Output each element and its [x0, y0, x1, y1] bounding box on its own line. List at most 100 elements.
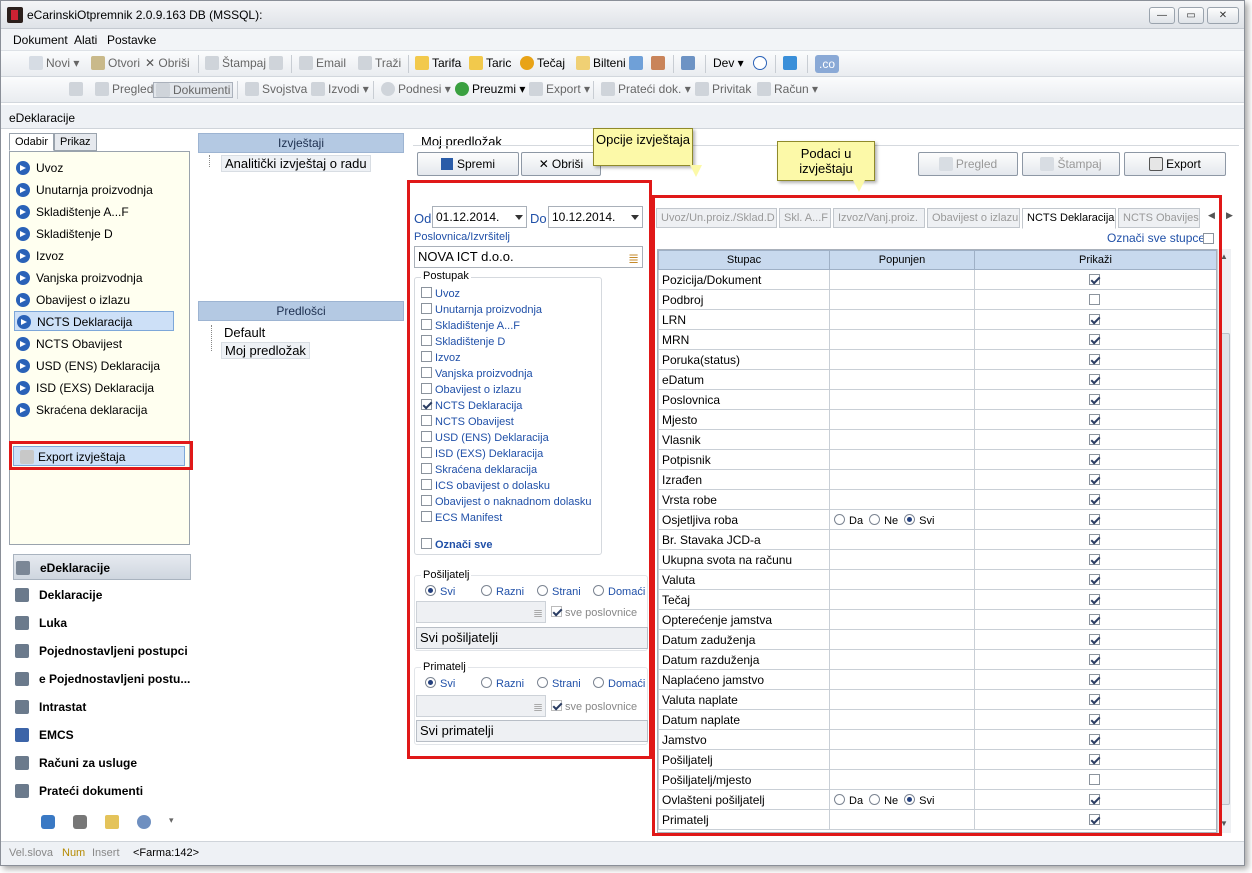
left-item-obavijest-izlaz[interactable]: Obavijest o izlazu [14, 290, 130, 310]
pojednostavljeni-icon [15, 644, 29, 658]
obrisi-button[interactable]: ✕ Obriši [145, 56, 190, 70]
prateci-button[interactable]: Prateći dok. ▾ [601, 82, 691, 96]
save-button[interactable]: Spremi [417, 152, 519, 176]
info-icon [753, 56, 767, 70]
edeklaracije-icon [16, 561, 30, 575]
left-item-skladistenje-af[interactable]: Skladištenje A...F [14, 202, 129, 222]
refresh-icon [783, 56, 797, 70]
left-item-izvoz[interactable]: Izvoz [14, 246, 64, 266]
tarifa-button[interactable]: Tarifa [415, 56, 461, 70]
left-item-ncts-deklaracija[interactable]: NCTS Deklaracija [14, 311, 174, 331]
menu-dokument[interactable]: Dokument [13, 33, 68, 47]
template-moj[interactable]: Moj predložak [221, 342, 310, 359]
delete-button[interactable]: ✕ Obriši [521, 152, 601, 176]
status-velslova: Vel.slova [9, 847, 54, 859]
email-button[interactable]: Email [299, 56, 346, 70]
tab-prikaz[interactable]: Prikaz [54, 133, 97, 151]
podnesi-button[interactable]: Podnesi ▾ [381, 82, 451, 96]
minimize-button[interactable]: — [1149, 7, 1175, 24]
grid-icon-button[interactable] [69, 82, 86, 96]
left-item-isd[interactable]: ISD (EXS) Deklaracija [14, 378, 154, 398]
database-icon[interactable] [41, 815, 55, 829]
left-item-usd[interactable]: USD (ENS) Deklaracija [14, 356, 160, 376]
emcs-icon [15, 728, 29, 742]
left-item-uvoz[interactable]: Uvoz [14, 158, 63, 178]
network-icon-button[interactable] [681, 56, 698, 70]
preview-button[interactable]: Pregled [918, 152, 1018, 176]
stampaj-button[interactable]: Štampaj [205, 56, 266, 70]
preuzmi-button[interactable]: Preuzmi ▾ [455, 82, 525, 96]
pregled-button[interactable]: Pregled [95, 82, 153, 96]
template-default[interactable]: Default [224, 325, 265, 340]
e-pojednostavljeni-icon [15, 672, 29, 686]
bilteni-button[interactable]: Bilteni [576, 56, 626, 70]
otvori-button[interactable]: Otvori [91, 56, 140, 70]
nav-edeklaracije[interactable]: eDeklaracije [13, 554, 191, 580]
close-button[interactable]: ✕ [1207, 7, 1239, 24]
novi-button[interactable]: Novi ▾ [29, 56, 79, 70]
settings-icon[interactable] [137, 815, 151, 829]
privitak-button[interactable]: Privitak [695, 82, 751, 96]
tab-scroll-right-icon[interactable]: ▶ [1226, 210, 1233, 221]
coin-icon [520, 56, 534, 70]
export-button[interactable]: Export [1124, 152, 1226, 176]
submit-icon [381, 82, 395, 96]
taric-button[interactable]: Taric [469, 56, 511, 70]
menu-bar: Dokument Alati Postavke [1, 29, 1244, 51]
status-bar: Vel.slova Num Insert <Farma:142> [1, 841, 1244, 865]
preview-icon-button[interactable] [269, 56, 286, 70]
trazi-button[interactable]: Traži [358, 56, 401, 70]
left-item-skracena[interactable]: Skraćena deklaracija [14, 400, 147, 420]
co-button[interactable]: .co [815, 55, 840, 73]
nav-prateci[interactable]: Prateći dokumenti [13, 778, 191, 804]
izvodi-button[interactable]: Izvodi ▾ [311, 82, 369, 96]
export-toolbar-button[interactable]: Export ▾ [529, 82, 590, 96]
bulletin-icon [576, 56, 590, 70]
title-bar: eCarinskiOtpremnik 2.0.9.163 DB (MSSQL):… [1, 1, 1244, 29]
dev-button[interactable]: Dev ▾ [713, 56, 744, 70]
report-item-analiticki[interactable]: Analitički izvještaj o radu [221, 155, 371, 172]
info-icon-button[interactable] [753, 56, 770, 70]
arrow-icon [16, 381, 30, 395]
more-chevron-icon[interactable]: ▾ [169, 815, 174, 826]
maximize-button[interactable]: ▭ [1178, 7, 1204, 24]
left-item-vanjska[interactable]: Vanjska proizvodnja [14, 268, 143, 288]
users-icon-button[interactable] [651, 56, 668, 70]
toolbar-main: Novi ▾ Otvori ✕ Obriši Štampaj Email Tra… [1, 51, 1244, 77]
print-button[interactable]: Štampaj [1022, 152, 1120, 176]
nav-pojednostavljeni[interactable]: Pojednostavljeni postupci [13, 638, 191, 664]
racuni-icon [15, 756, 29, 770]
nav-emcs[interactable]: EMCS [13, 722, 191, 748]
network-icon [681, 56, 695, 70]
left-item-unutarnja[interactable]: Unutarnja proizvodnja [14, 180, 153, 200]
menu-postavke[interactable]: Postavke [107, 33, 156, 47]
nav-luka[interactable]: Luka [13, 610, 191, 636]
nav-racuni[interactable]: Računi za usluge [13, 750, 191, 776]
notes-icon[interactable] [105, 815, 119, 829]
left-item-skladistenje-d[interactable]: Skladištenje D [14, 224, 113, 244]
tree-line [209, 155, 219, 167]
racun-button[interactable]: Račun ▾ [757, 82, 818, 96]
books-icon[interactable] [73, 815, 87, 829]
arrow-icon [16, 227, 30, 241]
menu-alati[interactable]: Alati [74, 33, 97, 47]
luka-icon [15, 616, 29, 630]
dokumenti-button[interactable]: Dokumenti [153, 82, 234, 98]
tab-odabir[interactable]: Odabir [9, 133, 55, 151]
taric-icon [469, 56, 483, 70]
nav-e-pojednostavljeni[interactable]: e Pojednostavljeni postu... [13, 666, 191, 692]
window-title: eCarinskiOtpremnik 2.0.9.163 DB (MSSQL): [27, 8, 263, 22]
refresh-icon-button[interactable] [783, 56, 800, 70]
reports-header: Izvještaji [198, 133, 404, 153]
nav-intrastat[interactable]: Intrastat [13, 694, 191, 720]
print-icon [205, 56, 219, 70]
open-icon [91, 56, 105, 70]
document-icon-button[interactable] [629, 56, 646, 70]
svojstva-button[interactable]: Svojstva [245, 82, 307, 96]
tree-line-templates [211, 325, 221, 351]
attachment-doc-icon [601, 82, 615, 96]
status-insert: Insert [92, 847, 120, 859]
tecaj-button[interactable]: Tečaj [520, 56, 565, 70]
left-item-ncts-obavijest[interactable]: NCTS Obavijest [14, 334, 122, 354]
nav-deklaracije[interactable]: Deklaracije [13, 582, 191, 608]
